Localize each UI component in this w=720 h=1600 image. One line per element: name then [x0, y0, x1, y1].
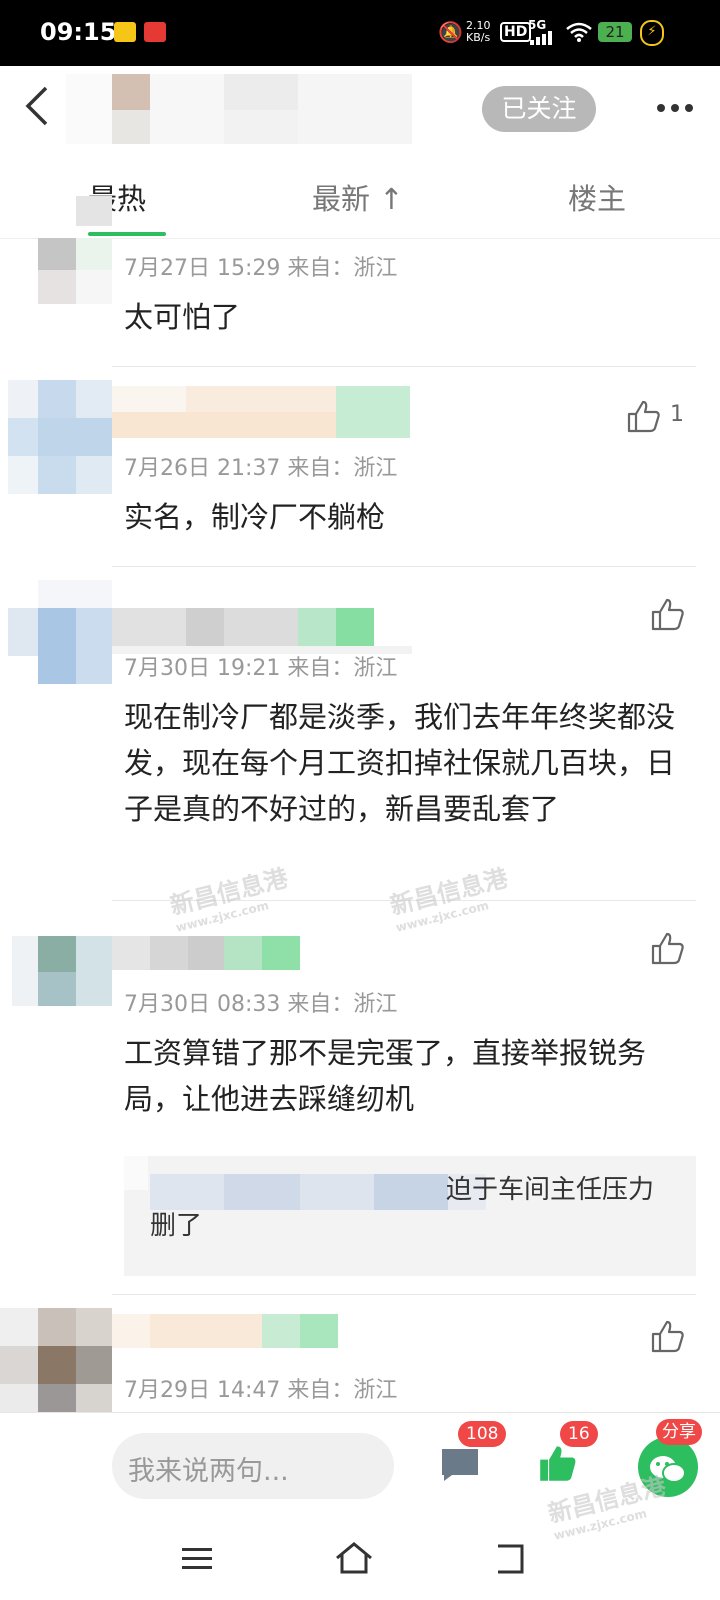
tab-newest[interactable]: 最新 ↑	[312, 176, 404, 218]
comment-time: 7月27日 15:29 来自：浙江	[124, 256, 398, 281]
top-header: 已关注	[0, 66, 720, 153]
comment-input[interactable]: 我来说两句...	[112, 1433, 394, 1499]
comment-text: 实名，制冷厂不躺枪	[124, 500, 386, 534]
like-count: 1	[670, 402, 684, 427]
active-tab-indicator	[88, 232, 166, 236]
menu-icon[interactable]	[180, 1544, 214, 1578]
comment-time: 7月30日 08:33 来自：浙江	[124, 992, 398, 1017]
avatar[interactable]	[38, 238, 76, 270]
like-button[interactable]	[650, 1318, 686, 1354]
divider	[112, 566, 696, 567]
comment-count-badge: 108	[458, 1421, 507, 1447]
battery-icon: 21	[598, 22, 632, 42]
comment-time: 7月29日 14:47 来自：浙江	[124, 1378, 398, 1403]
system-navigation-bar: 新昌信息港 www.zjxc.com	[0, 1472, 720, 1600]
follow-button[interactable]: 已关注	[482, 86, 596, 132]
share-label: 分享	[656, 1419, 702, 1445]
comment-text: 太可怕了	[124, 300, 241, 334]
comment-text: 现在制冷厂都是淡季，我们去年年终奖都没发，现在每个月工资扣掉社保就几百块，日子是…	[124, 700, 676, 826]
home-icon[interactable]	[334, 1540, 374, 1580]
wifi-icon	[566, 22, 592, 46]
signal-bars-icon	[530, 30, 554, 45]
back-nav-icon[interactable]	[494, 1540, 528, 1580]
comments-icon[interactable]	[440, 1447, 480, 1487]
avatar-blur-fragment	[76, 196, 112, 226]
like-button[interactable]	[650, 596, 686, 632]
comment-time: 7月30日 19:21 来自：浙江	[124, 656, 398, 681]
divider	[112, 1294, 696, 1295]
reply-box[interactable]: 迫于车间主任压力删了	[124, 1156, 696, 1276]
comment-time: 7月26日 21:37 来自：浙江	[124, 456, 398, 481]
comment-text: 工资算错了那不是完蛋了，直接举报锐务局，让他进去踩缝纫机	[124, 1036, 647, 1116]
hd-badge: HD	[500, 22, 532, 42]
reply-text: 迫于车间主任压力删了	[150, 1175, 655, 1241]
like-button[interactable]	[650, 930, 686, 966]
network-speed: 2.10 KB/s	[466, 19, 491, 44]
status-time: 09:15	[40, 18, 117, 46]
watermark: 新昌信息港 www.zjxc.com	[387, 864, 511, 935]
like-icon[interactable]	[536, 1443, 580, 1487]
app-notification-icon	[144, 22, 166, 42]
app-notification-icon	[114, 22, 136, 42]
divider	[112, 366, 696, 367]
mute-icon: 🔕	[438, 20, 463, 44]
like-button[interactable]	[626, 398, 662, 434]
charging-icon: ⚡	[640, 20, 664, 46]
like-count-badge: 16	[560, 1421, 598, 1447]
tab-thread-owner[interactable]: 楼主	[568, 176, 626, 218]
status-bar: 09:15 🔕 2.10 KB/s HD 5G 21 ⚡	[0, 0, 720, 66]
more-options-button[interactable]	[650, 86, 700, 132]
comment-placeholder: 我来说两句...	[128, 1456, 289, 1487]
author-avatar-blurred[interactable]	[66, 74, 412, 144]
back-button[interactable]	[22, 84, 62, 134]
